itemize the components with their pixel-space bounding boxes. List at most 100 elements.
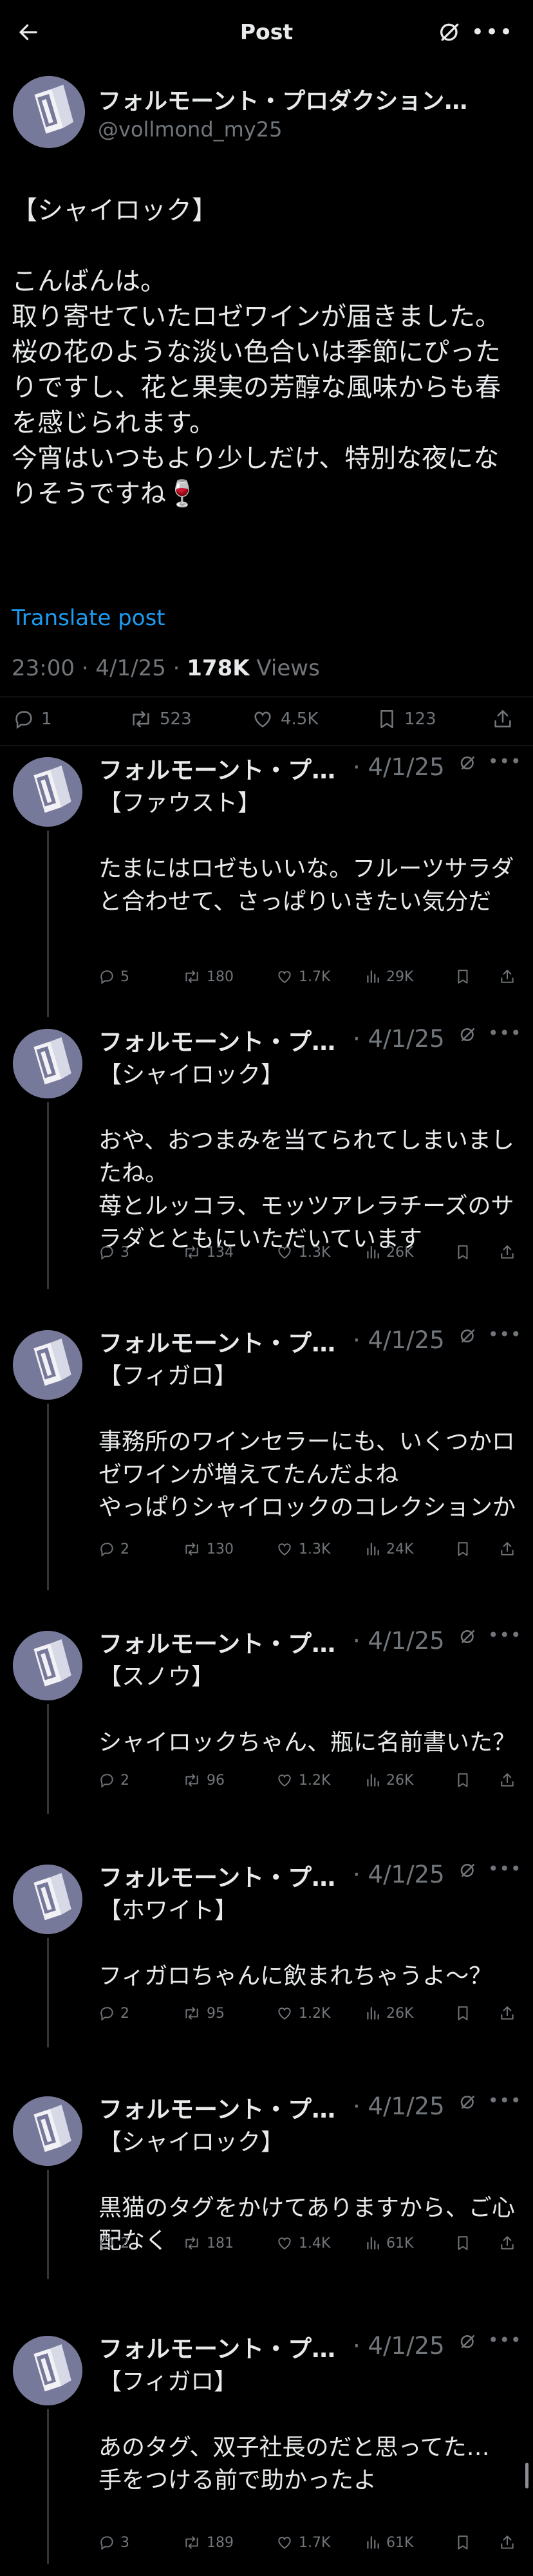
avatar[interactable]	[13, 2336, 82, 2405]
like-button[interactable]: 1.7K	[276, 2534, 330, 2551]
avatar[interactable]	[13, 2096, 82, 2166]
translate-link[interactable]: Translate post	[12, 605, 165, 631]
like-button[interactable]: 1.7K	[276, 968, 330, 985]
repost-button[interactable]: 181	[182, 2235, 234, 2252]
grok-button[interactable]	[458, 1627, 478, 1649]
repost-button[interactable]: 130	[182, 1541, 234, 1557]
reply-button[interactable]: 2	[98, 2005, 129, 2022]
reply-post[interactable]: フォルモーント・プロダクション· 4/1/25 ••• 【ホワイト】 フィガロちゃん…	[0, 1853, 533, 2085]
avatar[interactable]	[13, 1029, 82, 1098]
avatar[interactable]	[13, 1330, 82, 1400]
reply-button[interactable]: 1	[13, 708, 52, 730]
like-button[interactable]: 4.5K	[251, 708, 318, 730]
more-options-button[interactable]: •••	[488, 2090, 522, 2111]
repost-button[interactable]: 189	[182, 2534, 234, 2551]
more-options-button[interactable]: •••	[488, 1624, 522, 1646]
views-button[interactable]: 26K	[364, 2005, 413, 2022]
avatar[interactable]	[13, 76, 85, 148]
grok-button[interactable]	[458, 2332, 478, 2354]
views-button[interactable]: 61K	[364, 2235, 413, 2252]
reply-date[interactable]: · 4/1/25	[353, 1326, 445, 1354]
more-options-button[interactable]: •••	[488, 1324, 522, 1345]
grok-button[interactable]	[458, 1861, 478, 1883]
author-name[interactable]: フォルモーント・プロダクション…	[98, 82, 510, 116]
share-button[interactable]	[499, 968, 521, 985]
reply-author-name[interactable]: フォルモーント・プロダクション	[98, 2329, 350, 2364]
reply-date[interactable]: · 4/1/25	[353, 1861, 445, 1888]
repost-button[interactable]: 95	[182, 2005, 225, 2022]
more-options-button[interactable]: •••	[488, 1858, 522, 1879]
repost-button[interactable]: 96	[182, 1772, 225, 1789]
like-button[interactable]: 1.2K	[276, 1772, 330, 1789]
avatar[interactable]	[13, 1865, 82, 1934]
bookmark-button[interactable]	[454, 2005, 476, 2022]
reply-post[interactable]: フォルモーント・プロダクション· 4/1/25•••【シャイロック】 黒猫のタグ…	[0, 2085, 533, 2324]
reply-button[interactable]: 3	[98, 1244, 129, 1261]
like-button[interactable]: 1.3K	[276, 1244, 330, 1261]
reply-button[interactable]: 2	[98, 1772, 129, 1789]
bookmark-button[interactable]: 123	[376, 708, 436, 730]
scrollbar[interactable]	[525, 2463, 528, 2488]
like-button[interactable]: 1.2K	[276, 2005, 330, 2022]
bookmark-button[interactable]	[454, 1772, 476, 1789]
bookmark-button[interactable]	[454, 968, 476, 985]
views-count[interactable]: 178K	[187, 655, 249, 681]
views-button[interactable]: 26K	[364, 1244, 413, 1261]
reply-button[interactable]: 2	[98, 1541, 129, 1557]
reply-date[interactable]: · 4/1/25	[353, 1627, 445, 1655]
grok-button[interactable]	[435, 17, 465, 48]
reply-date[interactable]: · 4/1/25	[353, 2332, 445, 2360]
reply-post[interactable]: フォルモーント・プロダクション· 4/1/25 ••• 【フィガロ】 事務所のワイン…	[0, 1319, 533, 1619]
grok-button[interactable]	[458, 753, 478, 775]
reply-author-name[interactable]: フォルモーント・プロダクション	[98, 1324, 350, 1359]
bookmark-button[interactable]	[454, 1541, 476, 1557]
more-options-button[interactable]: •••	[488, 1022, 522, 1044]
reply-post[interactable]: フォルモーント・プロダクション· 4/1/25 ••• 【シャイロック】 おや、おつ…	[0, 1017, 533, 1319]
reply-post[interactable]: フォルモーント・プロダクション· 4/1/25 ••• 【ファウスト】 たまにはロゼ…	[0, 746, 533, 1017]
reply-button[interactable]: 5	[98, 968, 129, 985]
repost-button[interactable]: 134	[182, 1244, 234, 1261]
reply-author-name[interactable]: フォルモーント・プロダクション	[98, 2090, 350, 2125]
repost-button[interactable]: 180	[182, 968, 234, 985]
reply-date[interactable]: · 4/1/25	[353, 753, 445, 781]
views-button[interactable]: 61K	[364, 2534, 413, 2551]
like-button[interactable]: 1.4K	[276, 2235, 330, 2252]
analytics-icon	[367, 2007, 379, 2020]
views-button[interactable]: 24K	[364, 1541, 413, 1557]
share-button[interactable]	[499, 1244, 521, 1261]
more-options-button[interactable]: •••	[488, 2329, 522, 2351]
grok-button[interactable]	[458, 2092, 478, 2114]
more-options-button[interactable]: •••	[488, 751, 522, 772]
reply-date[interactable]: · 4/1/25	[353, 1025, 445, 1053]
like-count: 1.3K	[299, 1541, 331, 1557]
views-button[interactable]: 26K	[364, 1772, 413, 1789]
views-button[interactable]: 29K	[364, 968, 413, 985]
share-button[interactable]	[499, 2235, 521, 2252]
reply-button[interactable]: 3	[98, 2534, 129, 2551]
reply-post[interactable]: フォルモーント・プロダクション· 4/1/25 ••• 【スノウ】 シャイロックちゃ…	[0, 1619, 533, 1853]
grok-button[interactable]	[458, 1025, 478, 1047]
like-button[interactable]: 1.3K	[276, 1541, 330, 1557]
reply-date[interactable]: · 4/1/25	[353, 2092, 445, 2120]
bookmark-button[interactable]	[454, 2534, 476, 2551]
bookmark-button[interactable]	[454, 1244, 476, 1261]
more-options-button[interactable]: •••	[471, 17, 512, 48]
share-button[interactable]	[499, 1772, 521, 1789]
reply-post[interactable]: フォルモーント・プロダクション· 4/1/25 ••• 【フィガロ】 あのタグ、双子…	[0, 2324, 533, 2576]
share-button[interactable]	[492, 708, 520, 730]
avatar[interactable]	[13, 757, 82, 827]
author-handle[interactable]: @vollmond_my25	[98, 117, 282, 142]
avatar[interactable]	[13, 1631, 82, 1700]
reply-button[interactable]: 2	[98, 2235, 129, 2252]
share-button[interactable]	[499, 1541, 521, 1557]
share-button[interactable]	[499, 2534, 521, 2551]
grok-button[interactable]	[458, 1326, 478, 1348]
reply-author-name[interactable]: フォルモーント・プロダクション	[98, 1624, 350, 1659]
reply-author-name[interactable]: フォルモーント・プロダクション	[98, 1022, 350, 1057]
reply-author-name[interactable]: フォルモーント・プロダクション	[98, 751, 350, 785]
grok-icon	[460, 757, 474, 769]
bookmark-button[interactable]	[454, 2235, 476, 2252]
repost-button[interactable]: 523	[129, 708, 192, 730]
reply-author-name[interactable]: フォルモーント・プロダクション	[98, 1858, 350, 1893]
share-button[interactable]	[499, 2005, 521, 2022]
